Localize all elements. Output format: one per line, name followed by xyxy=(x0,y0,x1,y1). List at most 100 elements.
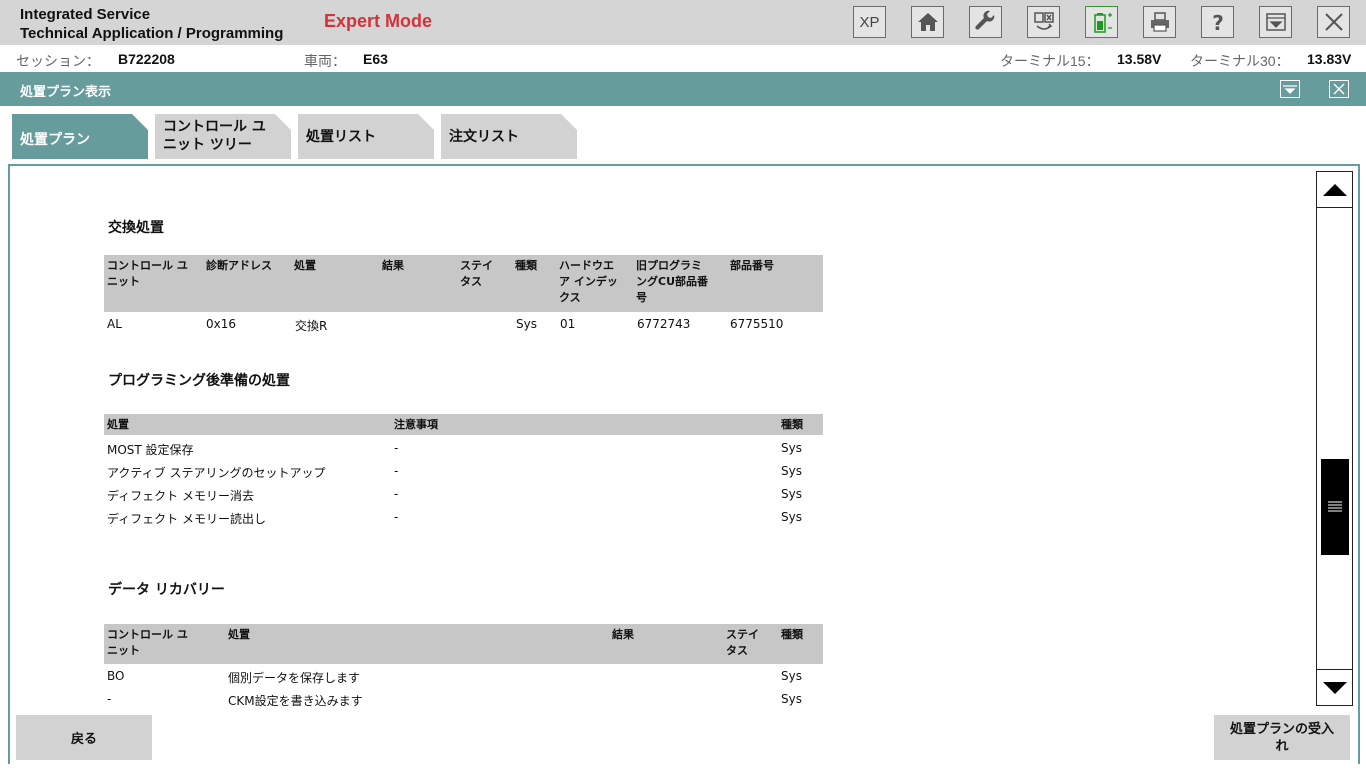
col-type: 種類 xyxy=(781,418,803,431)
close-app-button[interactable] xyxy=(1317,6,1350,38)
cell-type: Sys xyxy=(781,669,802,683)
header-line: コントロール ユ xyxy=(107,628,188,641)
col-action: 処置 xyxy=(107,418,129,431)
panel-icon xyxy=(1283,85,1297,94)
back-button[interactable]: 戻る xyxy=(16,715,152,760)
col-type: 種類 xyxy=(781,628,803,641)
battery-button[interactable] xyxy=(1085,6,1118,38)
app-title-line2: Technical Application / Programming xyxy=(20,25,284,42)
col-control-unit: コントロール ユ ニット xyxy=(107,258,188,290)
header-line: クス xyxy=(559,291,581,304)
col-action: 処置 xyxy=(294,259,316,272)
triangle-down-icon xyxy=(1322,681,1347,694)
replacement-table-header: コントロール ユ ニット 診断アドレス 処置 結果 ステイ タス 種類 ハードウ… xyxy=(104,255,823,312)
section-close-button[interactable] xyxy=(1329,80,1349,98)
vertical-scrollbar[interactable] xyxy=(1316,171,1353,706)
col-status: ステイ タス xyxy=(460,258,493,290)
tab-action-list[interactable]: 処置リスト xyxy=(298,114,434,159)
expert-mode-label: Expert Mode xyxy=(324,11,433,31)
cell-action: ディフェクト メモリー読出し xyxy=(107,512,266,526)
header-line: コントロール ユ xyxy=(107,259,188,272)
replacement-heading: 交換処置 xyxy=(108,220,164,236)
print-button[interactable] xyxy=(1143,6,1176,38)
header-line: 旧プログラミ xyxy=(636,259,702,272)
data-recovery-table-header: コントロール ユ ニット 処置 結果 ステイ タス 種類 xyxy=(104,624,823,664)
col-part-number: 部品番号 xyxy=(730,259,774,272)
terminal15-label: ターミナル15： xyxy=(1000,53,1100,69)
tab-control-unit-tree[interactable]: コントロール ユ ニット ツリー xyxy=(155,114,291,159)
header-line: ングCU部品番 xyxy=(636,275,709,288)
col-note: 注意事項 xyxy=(394,418,438,431)
cell-type: Sys xyxy=(781,464,802,478)
data-recovery-heading: データ リカバリー xyxy=(108,582,225,598)
section-panel-button[interactable] xyxy=(1280,80,1300,98)
xp-icon: XP xyxy=(859,13,880,31)
service-button[interactable] xyxy=(969,6,1002,38)
tab-label-line1: コントロール ユ xyxy=(163,119,266,135)
triangle-up-icon xyxy=(1322,183,1347,196)
section-header: 処置プラン表示 xyxy=(0,72,1366,106)
xp-button[interactable]: XP xyxy=(853,6,886,38)
cell-control-unit: - xyxy=(107,692,112,706)
grip-icon xyxy=(1328,501,1342,512)
col-result: 結果 xyxy=(612,628,634,641)
scroll-thumb[interactable] xyxy=(1321,459,1349,555)
terminal30-label: ターミナル30： xyxy=(1190,53,1290,69)
terminal15-value: 13.58V xyxy=(1117,51,1162,67)
scroll-content: 交換処置 コントロール ユ ニット 診断アドレス 処置 結果 ステイ タス 種類… xyxy=(10,166,1310,706)
status-bar: セッション： B722208 車両： E63 ターミナル15： 13.58V タ… xyxy=(0,45,1366,72)
cell-old-part: 6772743 xyxy=(637,317,691,331)
home-icon xyxy=(917,13,938,31)
cell-type: Sys xyxy=(516,317,537,331)
transfer-button[interactable] xyxy=(1027,6,1060,38)
panel-button[interactable] xyxy=(1259,6,1292,38)
cell-action: 交換R xyxy=(295,319,328,333)
terminal30-value: 13.83V xyxy=(1307,51,1352,67)
accept-plan-button[interactable]: 処置プランの受入 れ xyxy=(1214,715,1350,760)
content-panel: 交換処置 コントロール ユ ニット 診断アドレス 処置 結果 ステイ タス 種類… xyxy=(8,164,1360,764)
tab-label: コントロール ユ ニット ツリー xyxy=(163,118,266,154)
tab-corner xyxy=(275,114,291,130)
header-line: ステイ xyxy=(726,628,759,641)
button-label-line2: れ xyxy=(1275,738,1289,754)
header-line: ニット xyxy=(107,275,140,288)
tab-corner xyxy=(418,114,434,130)
cell-action: CKM設定を書き込みます xyxy=(228,694,363,706)
cell-note: - xyxy=(394,487,399,501)
cell-note: - xyxy=(394,464,399,478)
header-line: 号 xyxy=(636,291,647,304)
header-line: ア インデッ xyxy=(559,275,618,288)
session-value: B722208 xyxy=(118,51,175,67)
home-button[interactable] xyxy=(911,6,944,38)
cell-action: 個別データを保存します xyxy=(228,671,361,685)
cell-diag-address: 0x16 xyxy=(206,317,237,331)
cell-part-number: 6775510 xyxy=(730,317,784,331)
col-control-unit: コントロール ユ ニット xyxy=(107,627,188,659)
transfer-icon xyxy=(1033,12,1054,30)
section-title: 処置プラン表示 xyxy=(20,85,112,100)
tab-order-list[interactable]: 注文リスト xyxy=(441,114,577,159)
cell-action: ディフェクト メモリー消去 xyxy=(107,489,254,503)
scroll-down-button[interactable] xyxy=(1317,669,1352,705)
cell-action: アクティブ ステアリングのセットアップ xyxy=(107,466,326,480)
header-line: タス xyxy=(460,275,482,288)
printer-icon xyxy=(1150,12,1169,32)
app-title-line1: Integrated Service xyxy=(20,6,151,23)
tab-label: 注文リスト xyxy=(449,129,519,145)
header-line: ニット xyxy=(107,644,140,657)
tab-label: 処置リスト xyxy=(306,129,376,145)
cell-type: Sys xyxy=(781,441,802,455)
tab-action-plan[interactable]: 処置プラン xyxy=(12,114,148,159)
tab-corner xyxy=(132,114,148,130)
help-button[interactable]: ? xyxy=(1201,6,1234,38)
tab-label-line2: ニット ツリー xyxy=(163,137,252,153)
vehicle-value: E63 xyxy=(363,51,388,67)
tab-label: 処置プラン xyxy=(20,132,90,148)
scroll-up-button[interactable] xyxy=(1317,172,1352,208)
col-action: 処置 xyxy=(228,628,250,641)
post-programming-heading: プログラミング後準備の処置 xyxy=(108,373,290,389)
cell-note: - xyxy=(394,441,399,455)
vehicle-label: 車両： xyxy=(304,53,346,69)
header-line: タス xyxy=(726,644,748,657)
battery-icon xyxy=(1093,13,1112,33)
